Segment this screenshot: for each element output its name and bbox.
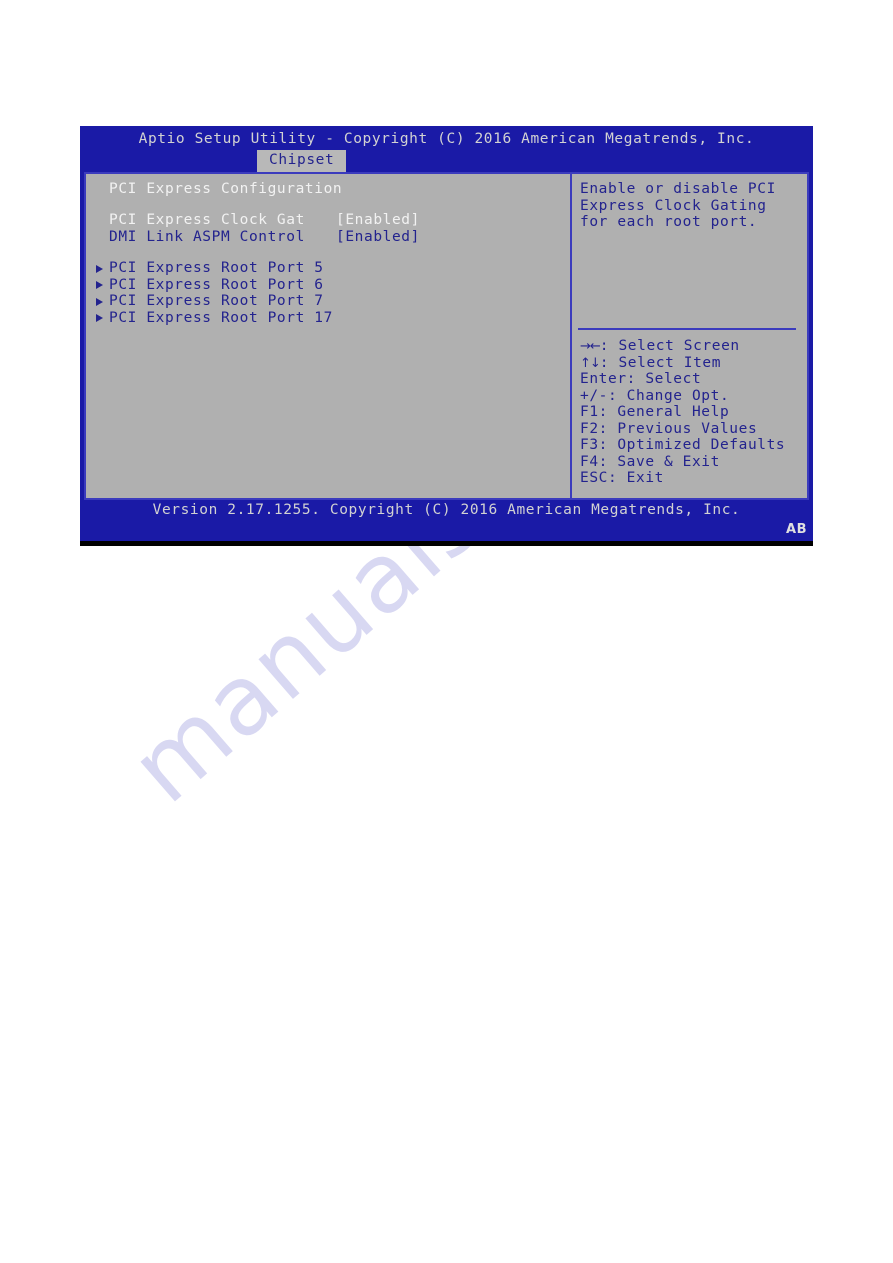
footer-underline (80, 541, 813, 546)
key-legend-label: : Select Screen (599, 338, 740, 354)
submenu-label: PCI Express Root Port 6 (109, 276, 324, 293)
key-legend-label: : Change Opt. (608, 387, 730, 404)
key-legend-label: : Optimized Defaults (598, 437, 786, 453)
key-legend-label: : Save & Exit (598, 453, 720, 470)
help-text: Enable or disable PCI Express Clock Gati… (580, 181, 776, 230)
key-legend-change-opt: +/-: Change Opt. (580, 388, 800, 405)
key-legend-previous-values: F2: Previous Values (580, 421, 800, 438)
key-legend-key: F4 (580, 453, 599, 470)
submenu-item-root-port-17[interactable]: PCI Express Root Port 17 (86, 310, 570, 327)
bios-body-panel: PCI Express Configuration PCI Express Cl… (84, 172, 809, 500)
help-separator (578, 328, 796, 330)
settings-list: PCI Express Clock Gat [Enabled] DMI Link… (86, 212, 570, 245)
key-legend-exit: ESC: Exit (580, 470, 800, 487)
triangle-right-icon (95, 260, 105, 277)
key-legend-label: : Select Item (599, 354, 722, 371)
triangle-right-icon (95, 277, 105, 294)
setting-row-pci-express-clock-gating[interactable]: PCI Express Clock Gat [Enabled] (86, 212, 570, 229)
help-pane: Enable or disable PCI Express Clock Gati… (572, 174, 807, 498)
version-text: Version 2.17.1255. Copyright (C) 2016 Am… (152, 502, 741, 518)
menu-tab-strip: Chipset (80, 150, 813, 172)
key-legend-label: : Select (626, 371, 702, 387)
key-legend-label: : Previous Values (598, 420, 758, 437)
key-legend-label: : Exit (608, 470, 664, 486)
key-legend-save-and-exit: F4: Save & Exit (580, 454, 800, 471)
key-legend-select-item: ↑↓: Select Item (580, 355, 800, 372)
submenu-label: PCI Express Root Port 7 (109, 293, 324, 309)
triangle-right-icon (95, 293, 105, 310)
key-legend-optimized-defaults: F3: Optimized Defaults (580, 437, 800, 454)
submenu-item-root-port-7[interactable]: PCI Express Root Port 7 (86, 293, 570, 310)
setting-value[interactable]: [Enabled] (336, 212, 420, 229)
arrow-up-down-icon: ↑↓ (580, 355, 601, 371)
arrow-left-right-icon: →← (580, 339, 601, 354)
key-legend-key: F1 (580, 404, 599, 420)
setting-label: PCI Express Clock Gat (109, 212, 305, 228)
submenu-item-root-port-5[interactable]: PCI Express Root Port 5 (86, 260, 570, 277)
key-legend-select-screen: →←: Select Screen (580, 338, 800, 355)
settings-pane: PCI Express Configuration PCI Express Cl… (86, 174, 572, 498)
submenu-label: PCI Express Root Port 17 (109, 309, 333, 326)
setting-label: DMI Link ASPM Control (109, 228, 305, 245)
submenu-item-root-port-6[interactable]: PCI Express Root Port 6 (86, 277, 570, 294)
corner-mark: AB (786, 522, 807, 537)
bios-setup-window: Aptio Setup Utility - Copyright (C) 2016… (80, 126, 813, 546)
setting-row-dmi-link-aspm-control[interactable]: DMI Link ASPM Control [Enabled] (86, 229, 570, 246)
key-legend-list: →←: Select Screen ↑↓: Select Item Enter:… (580, 338, 800, 487)
submenu-label: PCI Express Root Port 5 (109, 260, 324, 276)
tab-chipset[interactable]: Chipset (257, 150, 347, 172)
bios-header-bar: Aptio Setup Utility - Copyright (C) 2016… (80, 126, 813, 172)
key-legend-key: F2 (580, 420, 599, 437)
key-legend-key: Enter (580, 371, 627, 387)
key-legend-key: +/- (580, 387, 608, 404)
bios-title: Aptio Setup Utility - Copyright (C) 2016… (138, 131, 755, 147)
setting-value[interactable]: [Enabled] (336, 229, 420, 246)
page-watermark: manualshive (0, 530, 893, 1090)
key-legend-enter-select: Enter: Select (580, 371, 800, 388)
page-title: PCI Express Configuration (109, 181, 343, 197)
bios-footer-bar: Version 2.17.1255. Copyright (C) 2016 Am… (80, 500, 813, 546)
key-legend-label: : General Help (598, 404, 730, 420)
triangle-right-icon (95, 310, 105, 327)
submenu-list: PCI Express Root Port 5 PCI Express Root… (86, 260, 570, 326)
key-legend-key: F3 (580, 437, 599, 453)
key-legend-key: ESC (580, 470, 608, 486)
key-legend-general-help: F1: General Help (580, 404, 800, 421)
watermark-text: manualshive (110, 530, 663, 825)
